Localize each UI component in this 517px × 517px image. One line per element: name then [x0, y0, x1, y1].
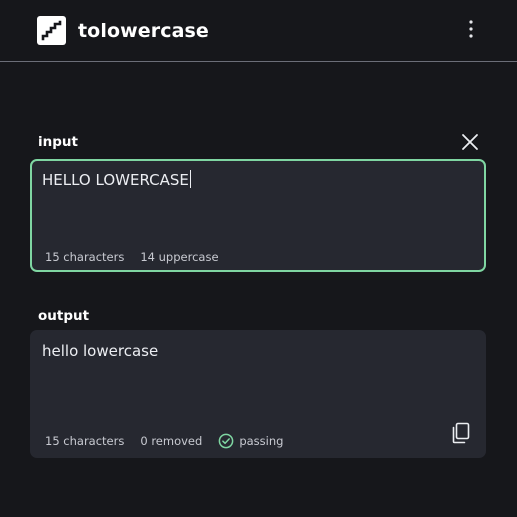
output-stats: 15 characters 0 removed passing: [45, 432, 283, 449]
more-vertical-icon[interactable]: [460, 17, 482, 41]
app-header: tolowercase: [0, 0, 517, 62]
output-char-count: 15 characters: [45, 433, 125, 448]
stairs-icon: [37, 16, 66, 45]
status-label: passing: [239, 433, 284, 448]
output-value: hello lowercase: [42, 342, 159, 360]
status-badge: passing: [218, 432, 283, 449]
input-textarea[interactable]: HELLO LOWERCASE 15 characters 14 uppercas…: [30, 159, 486, 272]
input-stats: 15 characters 14 uppercase: [45, 248, 219, 265]
app-title: tolowercase: [78, 20, 209, 42]
input-label: input: [38, 134, 78, 150]
output-panel: hello lowercase 15 characters 0 removed pa…: [30, 330, 486, 458]
input-text[interactable]: HELLO LOWERCASE: [42, 170, 191, 190]
input-value: HELLO LOWERCASE: [42, 171, 189, 189]
text-caret: [189, 170, 191, 188]
copy-icon[interactable]: [450, 421, 472, 445]
app-root: tolowercase input HELLO LOWERCASE 15 cha…: [0, 0, 517, 517]
output-removed-count: 0 removed: [140, 433, 203, 448]
input-char-count: 15 characters: [45, 249, 125, 264]
close-icon[interactable]: [460, 132, 480, 152]
check-circle-icon: [218, 433, 234, 449]
output-label: output: [38, 308, 90, 324]
input-uppercase-count: 14 uppercase: [140, 249, 219, 264]
